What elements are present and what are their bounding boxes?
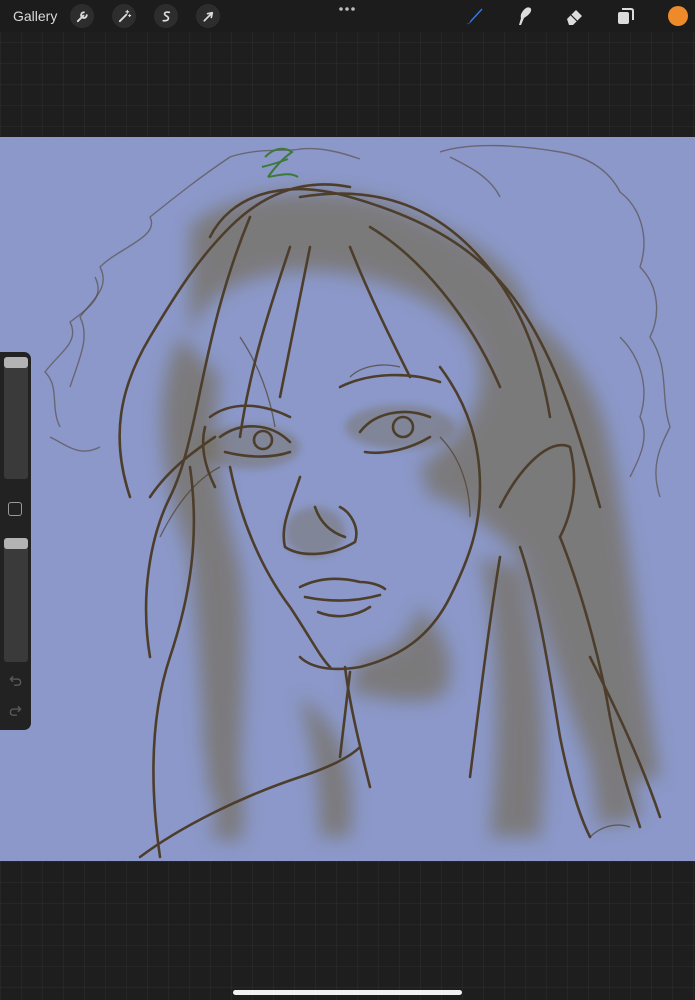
smudge-icon[interactable] <box>513 5 535 27</box>
transform-button[interactable] <box>196 4 220 28</box>
layers-icon[interactable] <box>615 5 637 27</box>
brush-size-slider[interactable] <box>4 357 28 479</box>
selection-button[interactable] <box>154 4 178 28</box>
sidebar-panel <box>0 352 31 730</box>
redo-icon[interactable] <box>9 704 22 717</box>
sketch-artwork <box>44 144 671 859</box>
arrow-cursor-icon <box>202 11 213 22</box>
magic-wand-icon <box>118 9 131 22</box>
home-indicator[interactable] <box>233 990 462 995</box>
brush-size-thumb[interactable] <box>4 357 28 368</box>
selection-s-icon <box>161 10 170 22</box>
more-options-icon[interactable] <box>337 5 357 13</box>
drawing-canvas[interactable] <box>0 137 695 861</box>
eraser-icon[interactable] <box>564 5 586 27</box>
color-picker-button[interactable] <box>668 6 688 26</box>
opacity-thumb[interactable] <box>4 538 28 549</box>
brush-icon[interactable] <box>463 5 485 27</box>
undo-icon[interactable] <box>9 674 22 687</box>
modify-button[interactable] <box>8 502 22 516</box>
wrench-icon <box>76 10 88 22</box>
gallery-button[interactable]: Gallery <box>13 8 57 24</box>
adjustments-button[interactable] <box>112 4 136 28</box>
actions-button[interactable] <box>70 4 94 28</box>
top-toolbar: Gallery <box>0 0 695 32</box>
opacity-slider[interactable] <box>4 538 28 662</box>
